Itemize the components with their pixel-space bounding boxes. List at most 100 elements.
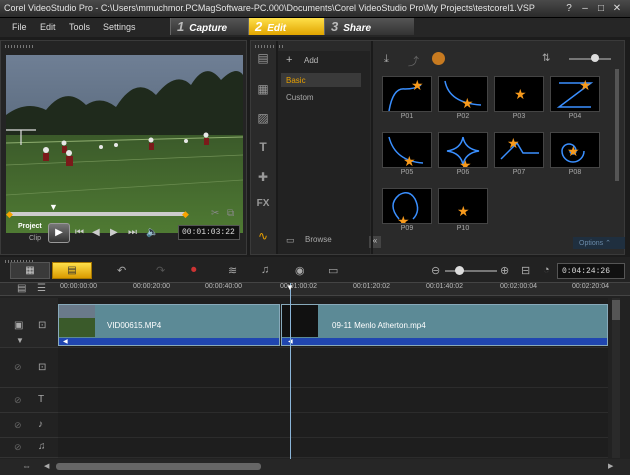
- trim-end-handle[interactable]: ◆: [182, 209, 189, 220]
- title-track[interactable]: [58, 388, 608, 413]
- play-button[interactable]: ▶: [48, 223, 70, 243]
- end-icon[interactable]: ⏭: [128, 227, 137, 238]
- close-button[interactable]: ✕: [610, 3, 624, 15]
- overlay-track-icon[interactable]: ⊘: [14, 362, 22, 373]
- music-track-icon[interactable]: ♫: [38, 441, 46, 452]
- chapter-icon[interactable]: ☰: [37, 283, 46, 294]
- panel-grip[interactable]: [255, 45, 285, 48]
- expand-icon[interactable]: ▼: [16, 336, 24, 345]
- transition-icon[interactable]: ▨: [254, 111, 272, 127]
- minimize-button[interactable]: –: [578, 3, 592, 15]
- thumbnail-size-slider[interactable]: [569, 58, 611, 60]
- path-thumbnail[interactable]: ★: [494, 76, 544, 112]
- overlay-track[interactable]: [58, 348, 608, 388]
- motion-tracking-icon[interactable]: ◉: [295, 264, 305, 277]
- playhead[interactable]: [290, 283, 291, 459]
- maximize-button[interactable]: □: [594, 3, 608, 15]
- path-thumbnail[interactable]: ★: [494, 132, 544, 168]
- video-clip[interactable]: 09-11 Menlo Atherton.mp4 ◀: [281, 304, 608, 346]
- trim-start-handle[interactable]: ◆: [6, 209, 13, 220]
- title-track-visibility-icon[interactable]: ⊘: [14, 395, 22, 406]
- zoom-in-icon[interactable]: ⊕: [500, 264, 509, 277]
- clock-icon[interactable]: ◔: [543, 264, 550, 276]
- scrub-bar[interactable]: [9, 212, 185, 216]
- voice-track[interactable]: [58, 413, 608, 438]
- folder-item-basic[interactable]: Basic: [281, 73, 361, 87]
- voice-track-visibility-icon[interactable]: ⊘: [14, 420, 22, 431]
- timeline-view-button[interactable]: ▤: [52, 262, 92, 279]
- path-thumbnail[interactable]: ★: [382, 188, 432, 230]
- overlay-track-lock-icon[interactable]: ⊡: [38, 362, 46, 373]
- track-lock-icon[interactable]: ⊡: [38, 320, 46, 331]
- panel-grip[interactable]: [5, 45, 35, 48]
- add-folder-label[interactable]: Add: [304, 56, 318, 65]
- title-track-icon[interactable]: T: [38, 394, 44, 405]
- scissors-icon[interactable]: ✂: [211, 208, 219, 219]
- menu-settings[interactable]: Settings: [103, 22, 136, 32]
- timeline-vertical-scrollbar[interactable]: [612, 298, 620, 458]
- enlarge-icon[interactable]: ⧉: [227, 208, 234, 219]
- tab-edit[interactable]: 2 Edit: [248, 18, 324, 35]
- thumbnail-size-slider-knob[interactable]: [591, 54, 599, 62]
- instant-project-icon[interactable]: ▦: [254, 82, 272, 98]
- volume-icon[interactable]: 🔈: [146, 227, 158, 238]
- scrubber-handle[interactable]: ▼: [49, 202, 58, 212]
- video-clip[interactable]: VID00615.MP4 ◀: [58, 304, 280, 346]
- tab-capture[interactable]: 1 Capture: [170, 18, 248, 35]
- video-track-icon[interactable]: ▣: [14, 320, 23, 331]
- music-track[interactable]: [58, 438, 608, 458]
- menu-edit[interactable]: Edit: [40, 22, 56, 32]
- path-thumbnail[interactable]: ★: [550, 132, 600, 168]
- graphic-icon[interactable]: ✚: [254, 170, 272, 186]
- home-icon[interactable]: ⏮: [75, 227, 84, 238]
- undo-icon[interactable]: ↶: [117, 264, 126, 277]
- path-thumbnail[interactable]: ★: [550, 76, 600, 112]
- path-thumbnail[interactable]: ★: [438, 188, 488, 224]
- fit-project-icon[interactable]: ⊟: [521, 264, 530, 277]
- next-frame-icon[interactable]: ▶: [110, 227, 118, 238]
- scroll-right-icon[interactable]: ▶: [608, 462, 613, 470]
- browse-icon[interactable]: ▭: [286, 235, 295, 246]
- import-icon[interactable]: ⤓: [384, 53, 389, 66]
- sort-icon[interactable]: ⇅: [542, 53, 550, 64]
- track-manager-icon[interactable]: ▤: [17, 283, 26, 294]
- storyboard-view-button[interactable]: ▦: [10, 262, 50, 279]
- fx-icon[interactable]: FX: [254, 198, 272, 214]
- help-icon[interactable]: ?: [562, 3, 576, 15]
- subtitle-editor-icon[interactable]: ▭: [328, 264, 338, 277]
- sound-mixer-icon[interactable]: ≋: [228, 264, 237, 277]
- add-icon[interactable]: +: [286, 54, 292, 66]
- project-mode-label[interactable]: Project: [18, 223, 42, 230]
- title-icon[interactable]: T: [254, 140, 272, 156]
- path-thumbnail[interactable]: ★: [438, 132, 488, 174]
- media-icon[interactable]: ▤: [254, 51, 272, 67]
- zoom-slider[interactable]: [445, 270, 497, 272]
- zoom-out-icon[interactable]: ⊖: [431, 264, 440, 277]
- menu-file[interactable]: File: [12, 22, 27, 32]
- export-icon[interactable]: ⤴: [408, 53, 419, 69]
- preview-timecode[interactable]: 00:01:03:22: [178, 225, 240, 240]
- tab-share[interactable]: 3 Share: [324, 18, 414, 35]
- path-thumbnail[interactable]: ★: [382, 76, 432, 112]
- track-expand-icon[interactable]: ⇔: [22, 461, 31, 471]
- scroll-left-icon[interactable]: ◀: [44, 462, 49, 470]
- path-thumbnail[interactable]: ★: [382, 132, 432, 170]
- record-capture-icon[interactable]: ⏺: [191, 264, 197, 277]
- path-thumbnail[interactable]: ★: [438, 76, 488, 112]
- auto-music-icon[interactable]: ♫: [261, 264, 269, 276]
- menu-tools[interactable]: Tools: [69, 22, 90, 32]
- vertical-scroll-thumb[interactable]: [612, 300, 620, 320]
- redo-icon[interactable]: ↷: [156, 264, 165, 277]
- music-track-visibility-icon[interactable]: ⊘: [14, 442, 22, 453]
- path-icon[interactable]: ∿: [254, 229, 272, 245]
- voice-track-icon[interactable]: ♪: [38, 419, 43, 430]
- horizontal-scroll-thumb[interactable]: [56, 463, 261, 470]
- library-scrollbar[interactable]: [615, 69, 619, 181]
- browse-button[interactable]: Browse: [305, 235, 332, 244]
- previous-frame-icon[interactable]: ◀: [92, 227, 100, 238]
- clip-mode-label[interactable]: Clip: [29, 235, 41, 242]
- playhead-handle[interactable]: ▼: [286, 283, 294, 292]
- options-button[interactable]: Options ⌃: [573, 237, 625, 249]
- folder-item-custom[interactable]: Custom: [286, 93, 314, 102]
- globe-icon[interactable]: [432, 52, 445, 65]
